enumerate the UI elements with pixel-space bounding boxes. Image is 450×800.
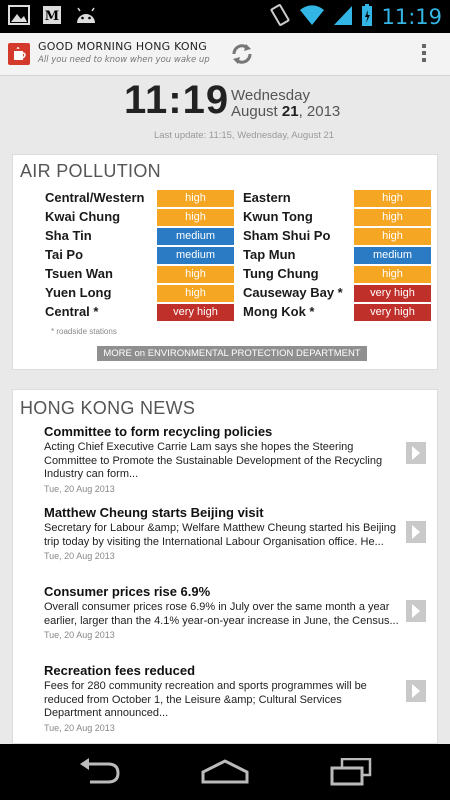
- news-open-button[interactable]: [406, 521, 426, 543]
- back-icon: [80, 758, 120, 784]
- news-item-date: Tue, 20 Aug 2013: [44, 722, 115, 733]
- air-pollution-card: AIR POLLUTION Central/Western high Kwai Ch…: [12, 154, 438, 370]
- pollution-level-badge: medium: [354, 247, 431, 264]
- news-item-summary: Overall consumer prices rose 6.9% in Jul…: [44, 601, 399, 627]
- news-item-date: Tue, 20 Aug 2013: [44, 483, 115, 494]
- roadside-footnote: * roadside stations: [51, 327, 117, 336]
- pollution-station-row: Tung Chung high: [13, 265, 439, 283]
- clock-year: 2013: [306, 103, 341, 120]
- clock-time: 11:19: [124, 78, 230, 122]
- pollution-station-row: Eastern high: [13, 189, 439, 207]
- news-item-date: Tue, 20 Aug 2013: [44, 630, 115, 640]
- news-item-summary: Fees for 280 community recreation and sp…: [44, 680, 367, 719]
- recent-apps-icon: [330, 757, 372, 786]
- signal-icon: [333, 4, 353, 30]
- pollution-level-badge: high: [354, 190, 431, 207]
- station-name: Kwun Tong: [243, 209, 313, 224]
- navigation-bar: [0, 744, 450, 800]
- clock-weekday: Wednesday: [231, 87, 310, 104]
- app-bar: GOOD MORNING HONG KONG All you need to k…: [0, 33, 450, 76]
- news-open-button[interactable]: [406, 680, 426, 702]
- clock-day: 21: [281, 103, 299, 120]
- news-item-title: Consumer prices rise 6.9%: [44, 584, 211, 599]
- station-name: Mong Kok *: [243, 304, 315, 319]
- news-item-title: Matthew Cheung starts Beijing visit: [44, 505, 264, 520]
- more-epd-button[interactable]: MORE on ENVIRONMENTAL PROTECTION DEPARTM…: [97, 346, 367, 361]
- pollution-level-badge: high: [354, 228, 431, 245]
- clock-month: August: [231, 103, 278, 120]
- refresh-icon: [232, 44, 252, 64]
- chevron-right-icon: [412, 525, 420, 539]
- chevron-right-icon: [412, 604, 420, 618]
- news-title: HONG KONG NEWS: [20, 398, 196, 418]
- battery-icon: [361, 3, 373, 31]
- pollution-level-badge: high: [354, 209, 431, 226]
- home-icon: [201, 759, 249, 784]
- air-pollution-title: AIR POLLUTION: [20, 161, 161, 181]
- clock-date: August 21, 2013: [231, 103, 341, 120]
- station-name: Eastern: [243, 190, 291, 205]
- menu-dot: [422, 51, 426, 55]
- news-item[interactable]: Consumer prices rise 6.9% Overall consume…: [44, 584, 400, 640]
- station-name: Causeway Bay *: [243, 285, 343, 300]
- station-name: Sham Shui Po: [243, 228, 331, 243]
- status-bar: M 11:19: [0, 0, 450, 33]
- pollution-station-row: Kwun Tong high: [13, 208, 439, 226]
- status-time: 11:19: [381, 5, 442, 29]
- news-open-button[interactable]: [406, 600, 426, 622]
- refresh-button[interactable]: [228, 40, 256, 68]
- news-item-title: Recreation fees reduced: [44, 663, 196, 678]
- pollution-station-row: Mong Kok * very high: [13, 303, 439, 321]
- home-button[interactable]: [200, 758, 250, 790]
- back-button[interactable]: [76, 758, 122, 790]
- chevron-right-icon: [412, 446, 420, 460]
- news-item-title: Committee to form recycling policies: [44, 424, 273, 439]
- recent-apps-button[interactable]: [328, 757, 374, 790]
- app-logo-icon[interactable]: [8, 43, 30, 65]
- news-item-date: Tue, 20 Aug 2013: [44, 551, 115, 561]
- pollution-level-badge: high: [354, 266, 431, 283]
- last-update: Last update: 11:15, Wednesday, August 21: [153, 130, 335, 141]
- pollution-station-row: Tap Mun medium: [13, 246, 439, 264]
- gallery-icon: [8, 5, 30, 25]
- menu-dot: [422, 44, 426, 48]
- app-subtitle: All you need to know when you wake up: [38, 55, 210, 65]
- pollution-station-row: Causeway Bay * very high: [13, 284, 439, 302]
- news-open-button[interactable]: [406, 442, 426, 464]
- station-name: Tung Chung: [243, 266, 319, 281]
- news-item[interactable]: Committee to form recycling policies Acti…: [44, 424, 400, 494]
- news-item[interactable]: Recreation fees reduced Fees for 280 comm…: [44, 663, 400, 733]
- vibrate-icon: [269, 3, 291, 31]
- svg-text:M: M: [45, 9, 59, 24]
- wifi-icon: [299, 4, 325, 30]
- news-item[interactable]: Matthew Cheung starts Beijing visit Secre…: [44, 505, 400, 561]
- android-icon: [74, 5, 98, 25]
- news-item-summary: Acting Chief Executive Carrie Lam says s…: [44, 441, 383, 480]
- app-title: GOOD MORNING HONG KONG: [38, 40, 207, 53]
- news-item-summary: Secretary for Labour &amp; Welfare Matth…: [44, 522, 396, 548]
- menu-dot: [422, 58, 426, 62]
- hong-kong-news-card: HONG KONG NEWS Committee to form recycli…: [12, 389, 438, 744]
- overflow-menu-button[interactable]: [416, 41, 432, 69]
- chevron-right-icon: [412, 684, 420, 698]
- pollution-level-badge: very high: [354, 285, 431, 302]
- pollution-level-badge: very high: [354, 304, 431, 321]
- pollution-station-row: Sham Shui Po high: [13, 227, 439, 245]
- newspaper-icon: M: [42, 5, 62, 25]
- station-name: Tap Mun: [243, 247, 296, 262]
